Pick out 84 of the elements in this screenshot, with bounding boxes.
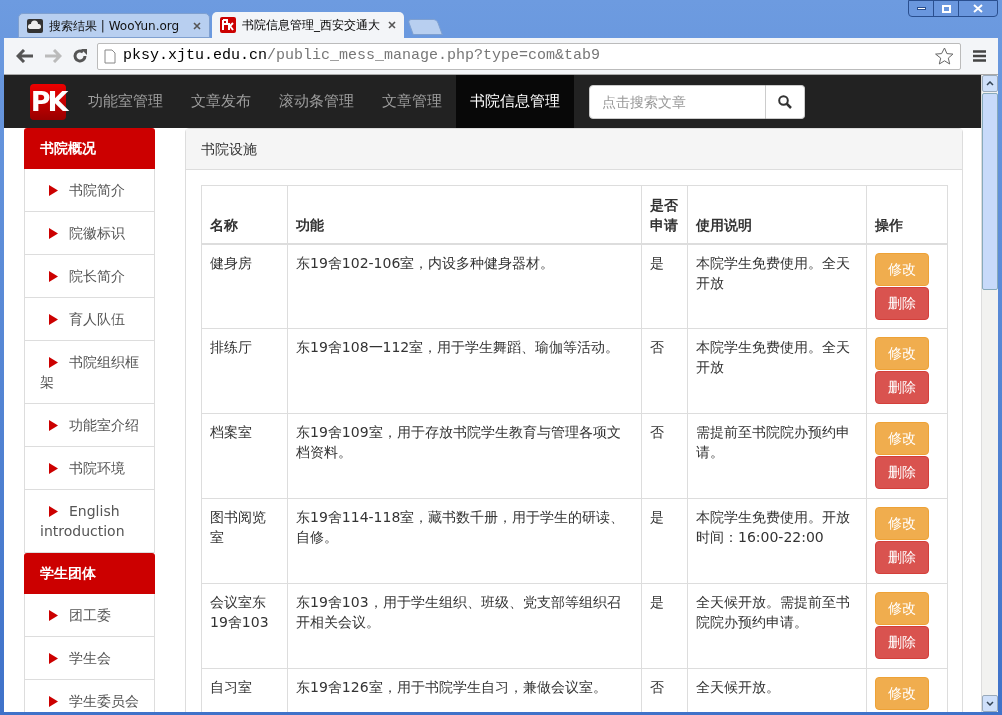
nav-link[interactable]: 文章管理 <box>368 75 456 128</box>
table-cell: 东19舍114-118室，藏书数千册，用于学生的研读、自修。 <box>287 498 642 584</box>
sidebar-item[interactable]: 院长简介 <box>24 255 155 298</box>
delete-button[interactable]: 删除 <box>875 456 929 489</box>
triangle-icon <box>49 420 58 431</box>
delete-button[interactable]: 删除 <box>875 541 929 574</box>
nav-link[interactable]: 功能室管理 <box>74 75 177 128</box>
column-header: 名称 <box>201 185 288 244</box>
column-header: 功能 <box>287 185 642 244</box>
sidebar-item[interactable]: 学生委员会 <box>24 680 155 712</box>
triangle-icon <box>49 185 58 196</box>
table-cell: 否 <box>641 413 688 499</box>
sidebar-item[interactable]: 书院组织框架 <box>24 341 155 404</box>
nav-link[interactable]: 文章发布 <box>177 75 265 128</box>
table-cell: 健身房 <box>201 243 288 329</box>
scrollbar[interactable] <box>981 75 998 712</box>
table-cell: 自习室 <box>201 668 288 712</box>
sidebar-item[interactable]: 书院环境 <box>24 447 155 490</box>
tab-title: 书院信息管理_西安交通大 <box>242 17 381 34</box>
table-cell: 会议室东19舍103 <box>201 583 288 669</box>
sidebar-item[interactable]: 院徽标识 <box>24 212 155 255</box>
triangle-icon <box>49 314 58 325</box>
sidebar-item[interactable]: 学生会 <box>24 637 155 680</box>
tab-title: 搜索结果 | WooYun.org <box>49 17 181 35</box>
triangle-icon <box>49 696 58 707</box>
table-cell: 是 <box>641 498 688 584</box>
table-cell: 东19舍108一112室，用于学生舞蹈、瑜伽等活动。 <box>287 328 642 414</box>
close-icon <box>973 4 983 13</box>
table-cell: 档案室 <box>201 413 288 499</box>
search-field[interactable]: 点击搜索文章 <box>589 84 766 119</box>
table-cell: 全天候开放。需提前至书院院办预约申请。 <box>687 583 867 669</box>
column-header: 使用说明 <box>687 185 867 244</box>
close-tab-icon[interactable] <box>388 21 396 29</box>
back-icon[interactable] <box>16 49 34 63</box>
triangle-icon <box>49 506 58 517</box>
triangle-icon <box>49 271 58 282</box>
page-icon <box>104 48 116 64</box>
sidebar-item[interactable]: 团工委 <box>24 594 155 637</box>
sidebar-heading: 书院概况 <box>24 128 155 169</box>
scroll-down-icon[interactable] <box>986 701 994 706</box>
column-header: 操作 <box>866 185 948 244</box>
sidebar-item[interactable]: 育人队伍 <box>24 298 155 341</box>
table-cell: 本院学生免费使用。开放时间：16:00-22:00 <box>687 498 867 584</box>
table-cell: 东19舍109室，用于存放书院学生教育与管理各项文档资料。 <box>287 413 642 499</box>
site-logo[interactable]: PK <box>30 83 66 120</box>
menu-icon[interactable] <box>973 50 986 62</box>
sidebar-item[interactable]: 功能室介绍 <box>24 404 155 447</box>
sidebar-heading: 学生团体 <box>24 553 155 594</box>
delete-button[interactable]: 删除 <box>875 626 929 659</box>
address-bar[interactable]: pksy.xjtu.edu.cn/public_mess_manage.php?type=com&tab9 <box>97 42 961 70</box>
browser-tab[interactable]: 搜索结果 | WooYun.org <box>18 13 210 38</box>
scroll-up-icon[interactable] <box>986 81 994 86</box>
cloud-icon <box>27 18 43 33</box>
triangle-icon <box>49 463 58 474</box>
table-cell: 是 <box>641 243 688 329</box>
table-cell: 否 <box>641 328 688 414</box>
site-favicon <box>220 17 236 33</box>
browser-tab[interactable]: 书院信息管理_西安交通大 <box>212 12 404 38</box>
search-icon <box>778 94 792 109</box>
table-cell: 图书阅览室 <box>201 498 288 584</box>
column-header: 是否申请 <box>641 185 688 244</box>
sidebar-item[interactable]: 书院简介 <box>24 169 155 212</box>
table-cell: 需提前至书院院办预约申请。 <box>687 413 867 499</box>
triangle-icon <box>49 228 58 239</box>
nav-link[interactable]: 滚动条管理 <box>265 75 368 128</box>
table-cell: 是 <box>641 583 688 669</box>
url-path: /public_mess_manage.php?type=com&tab9 <box>267 46 601 64</box>
table-cell: 东19舍103，用于学生组织、班级、党支部等组织召开相关会议。 <box>287 583 642 669</box>
delete-button[interactable]: 删除 <box>875 371 929 404</box>
table-cell: 排练厅 <box>201 328 288 414</box>
triangle-icon <box>49 610 58 621</box>
star-icon[interactable] <box>935 47 954 65</box>
reload-icon[interactable] <box>72 48 88 64</box>
close-tab-icon[interactable] <box>193 21 201 30</box>
delete-button[interactable]: 删除 <box>875 286 929 320</box>
nav-link[interactable]: 书院信息管理 <box>456 75 574 128</box>
panel-title: 书院设施 <box>186 129 962 170</box>
table-cell: 本院学生免费使用。全天开放 <box>687 243 867 329</box>
table-cell: 东19舍102-106室，内设多种健身器材。 <box>287 243 642 329</box>
url-host: pksy.xjtu.edu.cn <box>123 46 268 64</box>
triangle-icon <box>49 357 58 368</box>
triangle-icon <box>49 653 58 664</box>
table-cell: 本院学生免费使用。全天开放 <box>687 328 867 414</box>
search-button[interactable] <box>766 84 805 119</box>
